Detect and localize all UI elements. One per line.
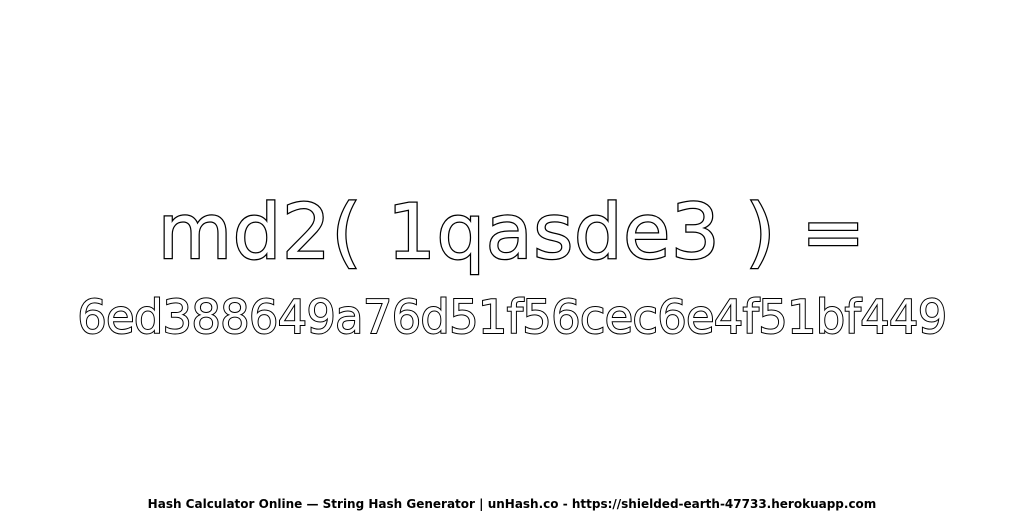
footer-credit: Hash Calculator Online — String Hash Gen… — [147, 497, 877, 511]
hash-value: 6ed388649a76d51f56cec6e4f51bf449 — [76, 289, 948, 345]
hash-expression: md2( 1qasde3 ) = — [157, 186, 867, 278]
hash-result-image: md2( 1qasde3 ) = 6ed388649a76d51f56cec6e… — [0, 0, 1024, 512]
